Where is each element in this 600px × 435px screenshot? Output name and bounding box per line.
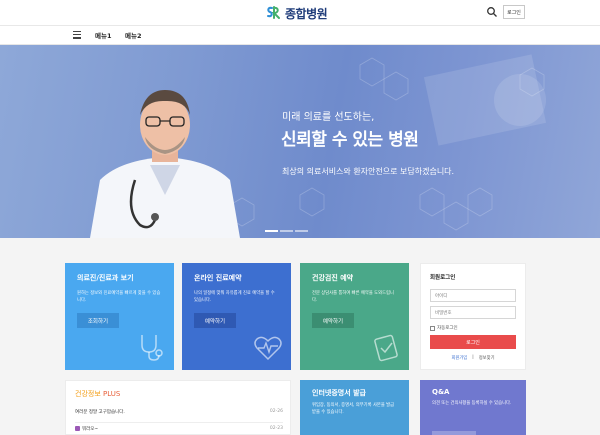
logo-text: 종합병원 — [285, 6, 328, 21]
main-nav: 메뉴1 메뉴2 — [0, 26, 600, 45]
hero-description: 최상의 의료서비스와 환자안전으로 보답하겠습니다. — [282, 167, 455, 176]
slide-dot-2[interactable] — [280, 230, 293, 232]
health-news-title: 건강정보 PLUS — [75, 389, 281, 399]
certificate-card[interactable]: 인터넷증명서 발급 위임장, 동의서, 증명서, 의무기록 사본을 발급받을 수… — [300, 380, 409, 435]
link-separator: | — [472, 355, 474, 360]
card-title: 온라인 진료예약 — [194, 274, 242, 282]
card-title: 의료진/진료과 보기 — [77, 274, 134, 282]
card-health-checkup: 건강검진 예약 전문 상담사를 통하여 빠른 예약을 도와드립니다. 예약하기 — [300, 263, 409, 370]
card-description: 원하는 정보와 진료예약을 빠르게 찾을 수 있습니다. — [77, 291, 161, 303]
auto-login-checkbox[interactable] — [430, 325, 435, 331]
login-panel-title: 회원로그인 — [430, 275, 456, 281]
health-news-panel: 건강정보 PLUS 여러분 정말 고구맙습니다. 02-26 뭐라오~ 02-2… — [65, 380, 291, 435]
qa-title: Q&A — [432, 388, 450, 396]
login-submit-button[interactable]: 로그인 — [430, 335, 516, 349]
card-title: 건강검진 예약 — [312, 274, 354, 282]
hero-banner: 미래 의료를 선도하는, 신뢰할 수 있는 병원 최상의 의료서비스와 환자안전… — [0, 45, 600, 238]
certificate-title: 인터넷증명서 발급 — [312, 389, 366, 397]
login-links: 회원가입 | 정보찾기 — [430, 355, 516, 361]
hamburger-menu-icon[interactable] — [73, 31, 81, 39]
nav-item-menu1[interactable]: 메뉴1 — [95, 30, 111, 40]
username-input[interactable]: 아이디 — [430, 289, 516, 302]
certificate-description: 위임장, 동의서, 증명서, 의무기록 사본을 발급받을 수 있습니다. — [312, 403, 395, 415]
news-list-item[interactable]: 뭐라오~ 02-23 — [75, 426, 283, 432]
nav-item-menu2[interactable]: 메뉴2 — [125, 30, 141, 40]
news-item-text-content: 뭐라오~ — [82, 427, 99, 432]
card-description: 나의 일정에 맞춰 자유롭게 진료 예약을 할 수 있습니다. — [194, 291, 275, 303]
news-list-item[interactable]: 여러분 정말 고구맙습니다. 02-26 — [75, 409, 283, 415]
news-item-date: 02-26 — [269, 409, 283, 414]
search-icon[interactable] — [486, 6, 498, 18]
emoji-icon — [75, 426, 80, 431]
qa-card[interactable]: Q&A 의견 또는 건의사항을 등록하실 수 있습니다. — [420, 380, 526, 435]
logo-mark-icon — [267, 6, 280, 19]
book-checkup-button[interactable]: 예약하기 — [312, 313, 354, 328]
join-link[interactable]: 회원가입 — [451, 355, 467, 361]
auto-login-label: 자동로그인 — [437, 326, 458, 331]
health-news-title-main: 건강정보 — [75, 390, 101, 398]
logo[interactable]: 종합병원 — [264, 4, 328, 22]
hero-title: 신뢰할 수 있는 병원 — [281, 130, 419, 150]
news-item-text: 뭐라오~ — [75, 426, 98, 432]
qa-description: 의견 또는 건의사항을 등록하실 수 있습니다. — [432, 401, 512, 406]
card-doctors: 의료진/진료과 보기 원하는 정보와 진료예약을 빠르게 찾을 수 있습니다. … — [65, 263, 174, 370]
news-divider — [75, 422, 283, 423]
health-news-title-accent: PLUS — [103, 390, 121, 398]
book-appointment-button[interactable]: 예약하기 — [194, 313, 236, 328]
qa-button[interactable] — [432, 431, 476, 435]
news-item-date: 02-23 — [269, 426, 283, 431]
card-online-booking: 온라인 진료예약 나의 일정에 맞춰 자유롭게 진료 예약을 할 수 있습니다.… — [182, 263, 291, 370]
slide-dot-3[interactable] — [295, 230, 308, 232]
auto-login-option[interactable]: 자동로그인 — [430, 325, 458, 331]
heartbeat-icon — [254, 336, 282, 361]
hero-subtitle: 미래 의료를 선도하는, — [282, 112, 375, 123]
password-input[interactable]: 비밀번호 — [430, 306, 516, 319]
doctor-illustration — [90, 90, 240, 238]
slide-indicators — [265, 230, 308, 232]
clipboard-check-icon — [374, 334, 398, 362]
view-doctors-button[interactable]: 조회하기 — [77, 313, 119, 328]
login-panel: 회원로그인 아이디 비밀번호 자동로그인 로그인 회원가입 | 정보찾기 — [420, 263, 526, 370]
stethoscope-icon — [141, 335, 163, 361]
header-login-button[interactable]: 로그인 — [503, 5, 525, 19]
top-bar: 종합병원 로그인 — [0, 0, 600, 26]
card-description: 전문 상담사를 통하여 빠른 예약을 도와드립니다. — [312, 291, 394, 303]
news-item-text: 여러분 정말 고구맙습니다. — [75, 410, 125, 415]
find-account-link[interactable]: 정보찾기 — [479, 355, 495, 361]
slide-dot-1[interactable] — [265, 230, 278, 232]
